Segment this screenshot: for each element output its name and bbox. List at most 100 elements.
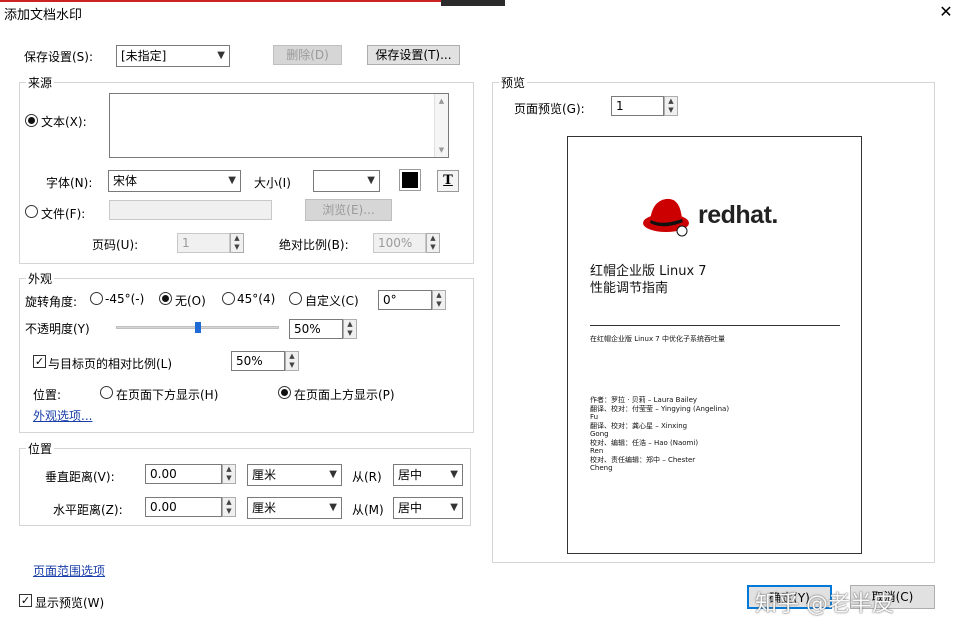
spin-down-icon[interactable]: ▼ [665, 106, 677, 115]
rotation-45-radio[interactable] [222, 292, 235, 305]
vertical-unit-value: 厘米 [252, 468, 277, 482]
horizontal-from-select[interactable]: 居中 ▼ [393, 497, 463, 519]
opacity-slider-thumb[interactable] [194, 322, 201, 333]
absolute-scale-label: 绝对比例(B): [279, 238, 349, 252]
file-path-input[interactable] [109, 200, 272, 220]
credit-line: 翻译、校对：付莹莹 – Yingying (Angelina) [590, 404, 730, 413]
horizontal-from-value: 居中 [398, 501, 423, 515]
horizontal-distance-label: 水平距离(Z): [53, 503, 123, 517]
custom-angle-spinner[interactable]: ▲ ▼ [432, 290, 446, 310]
spin-down-icon[interactable]: ▼ [344, 329, 356, 338]
custom-angle-input[interactable]: 0° [378, 290, 432, 310]
close-icon[interactable]: ✕ [936, 2, 956, 22]
doc-title-line2: 性能调节指南 [590, 281, 669, 296]
text-label: 文本(X): [41, 115, 87, 129]
appearance-options-link[interactable]: 外观选项... [33, 407, 92, 424]
settings-select[interactable]: [未指定] ▼ [116, 45, 230, 67]
window-title: 添加文档水印 [4, 8, 83, 23]
spin-up-icon[interactable]: ▲ [433, 291, 445, 300]
doc-subtitle: 在红帽企业版 Linux 7 中优化子系统吞吐量 [590, 335, 725, 343]
spin-down-icon[interactable]: ▼ [223, 474, 235, 483]
absolute-scale-spinner[interactable]: ▲ ▼ [426, 233, 440, 253]
page-range-options-link[interactable]: 页面范围选项 [33, 562, 105, 579]
spin-up-icon[interactable]: ▲ [231, 234, 243, 243]
horizontal-distance-spinner[interactable]: ▲ ▼ [222, 497, 236, 517]
layer-position-label: 位置: [33, 388, 62, 402]
rotation-label: 旋转角度: [25, 295, 78, 309]
credit-line: 校对、编辑：任浩 – Hao (Naomi) [590, 438, 699, 447]
font-select[interactable]: 宋体 ▼ [108, 170, 241, 192]
save-settings-button[interactable]: 保存设置(T)... [367, 45, 460, 65]
show-preview-checkbox[interactable]: ✓ [19, 594, 32, 607]
preview-page-input[interactable]: 1 [611, 96, 664, 116]
absolute-scale-input[interactable]: 100% [373, 233, 426, 253]
text-color-swatch [402, 172, 418, 188]
appearance-group-label: 外观 [26, 270, 55, 287]
chevron-down-icon: ▼ [450, 469, 458, 480]
relative-scale-spinner[interactable]: ▲ ▼ [285, 351, 299, 371]
spin-up-icon[interactable]: ▲ [223, 498, 235, 507]
show-preview-label: 显示预览(W) [35, 596, 105, 610]
scroll-up-icon[interactable]: ▲ [435, 97, 448, 105]
below-page-radio[interactable] [100, 386, 113, 399]
spin-down-icon[interactable]: ▼ [427, 243, 439, 252]
relative-scale-checkbox[interactable]: ✓ [33, 355, 46, 368]
rotation-minus45-radio[interactable] [90, 292, 103, 305]
vertical-from-value: 居中 [398, 468, 423, 482]
text-format-icon[interactable]: T [437, 170, 459, 192]
spin-up-icon[interactable]: ▲ [665, 97, 677, 106]
credit-line: Gong [590, 430, 609, 438]
below-page-label: 在页面下方显示(H) [116, 388, 219, 402]
horizontal-distance-input[interactable]: 0.00 [145, 497, 222, 517]
browse-button[interactable]: 浏览(E)... [305, 199, 392, 221]
opacity-spinner[interactable]: ▲ ▼ [343, 319, 357, 339]
spin-down-icon[interactable]: ▼ [433, 300, 445, 309]
credit-line: 作者：罗拉 · 贝莉 – Laura Bailey [590, 396, 698, 404]
chevron-down-icon: ▼ [329, 502, 337, 513]
vertical-distance-spinner[interactable]: ▲ ▼ [222, 464, 236, 484]
spin-down-icon[interactable]: ▼ [231, 243, 243, 252]
rotation-custom-label: 自定义(C) [305, 294, 359, 308]
relative-scale-input[interactable]: 50% [231, 351, 285, 371]
doc-divider [590, 325, 840, 326]
file-radio[interactable] [25, 205, 38, 218]
watermark-text-area[interactable]: ▲ ▼ [109, 93, 449, 158]
relative-scale-label: 与目标页的相对比例(L) [48, 357, 173, 371]
spin-up-icon[interactable]: ▲ [286, 352, 298, 361]
delete-button[interactable]: 删除(D) [273, 45, 342, 65]
spin-up-icon[interactable]: ▲ [427, 234, 439, 243]
chevron-down-icon: ▼ [217, 50, 225, 61]
page-number-input[interactable]: 1 [177, 233, 230, 253]
size-select[interactable]: ▼ [313, 170, 380, 192]
rotation-none-label: 无(O) [175, 294, 206, 308]
file-label: 文件(F): [41, 207, 86, 221]
rotation-45-label: 45°(4) [237, 292, 276, 306]
font-label: 字体(N): [46, 176, 93, 190]
title-tab-indicator [441, 0, 505, 6]
vertical-distance-input[interactable]: 0.00 [145, 464, 222, 484]
spin-up-icon[interactable]: ▲ [344, 320, 356, 329]
spin-down-icon[interactable]: ▼ [223, 507, 235, 516]
scroll-down-icon[interactable]: ▼ [435, 146, 448, 154]
text-area-scrollbar[interactable]: ▲ ▼ [434, 94, 448, 157]
settings-select-value: [未指定] [121, 49, 167, 63]
page-number-spinner[interactable]: ▲ ▼ [230, 233, 244, 253]
position-group-label: 位置 [26, 440, 55, 457]
rotation-custom-radio[interactable] [289, 292, 302, 305]
above-page-radio[interactable] [278, 386, 291, 399]
preview-page-spinner[interactable]: ▲ ▼ [664, 96, 678, 116]
spin-down-icon[interactable]: ▼ [286, 361, 298, 370]
text-radio[interactable] [25, 114, 38, 127]
text-color-picker[interactable] [399, 169, 421, 191]
preview-page: redhat. 红帽企业版 Linux 7 性能调节指南 在红帽企业版 Linu… [567, 136, 862, 554]
vertical-from-select[interactable]: 居中 ▼ [393, 464, 463, 486]
settings-label: 保存设置(S): [24, 50, 94, 64]
vertical-unit-select[interactable]: 厘米 ▼ [247, 464, 342, 486]
opacity-input[interactable]: 50% [289, 319, 343, 339]
horizontal-from-label: 从(M) [352, 503, 384, 517]
horizontal-unit-select[interactable]: 厘米 ▼ [247, 497, 342, 519]
rotation-none-radio[interactable] [159, 292, 172, 305]
vertical-from-label: 从(R) [352, 470, 382, 484]
page-number-label: 页码(U): [92, 238, 139, 252]
spin-up-icon[interactable]: ▲ [223, 465, 235, 474]
